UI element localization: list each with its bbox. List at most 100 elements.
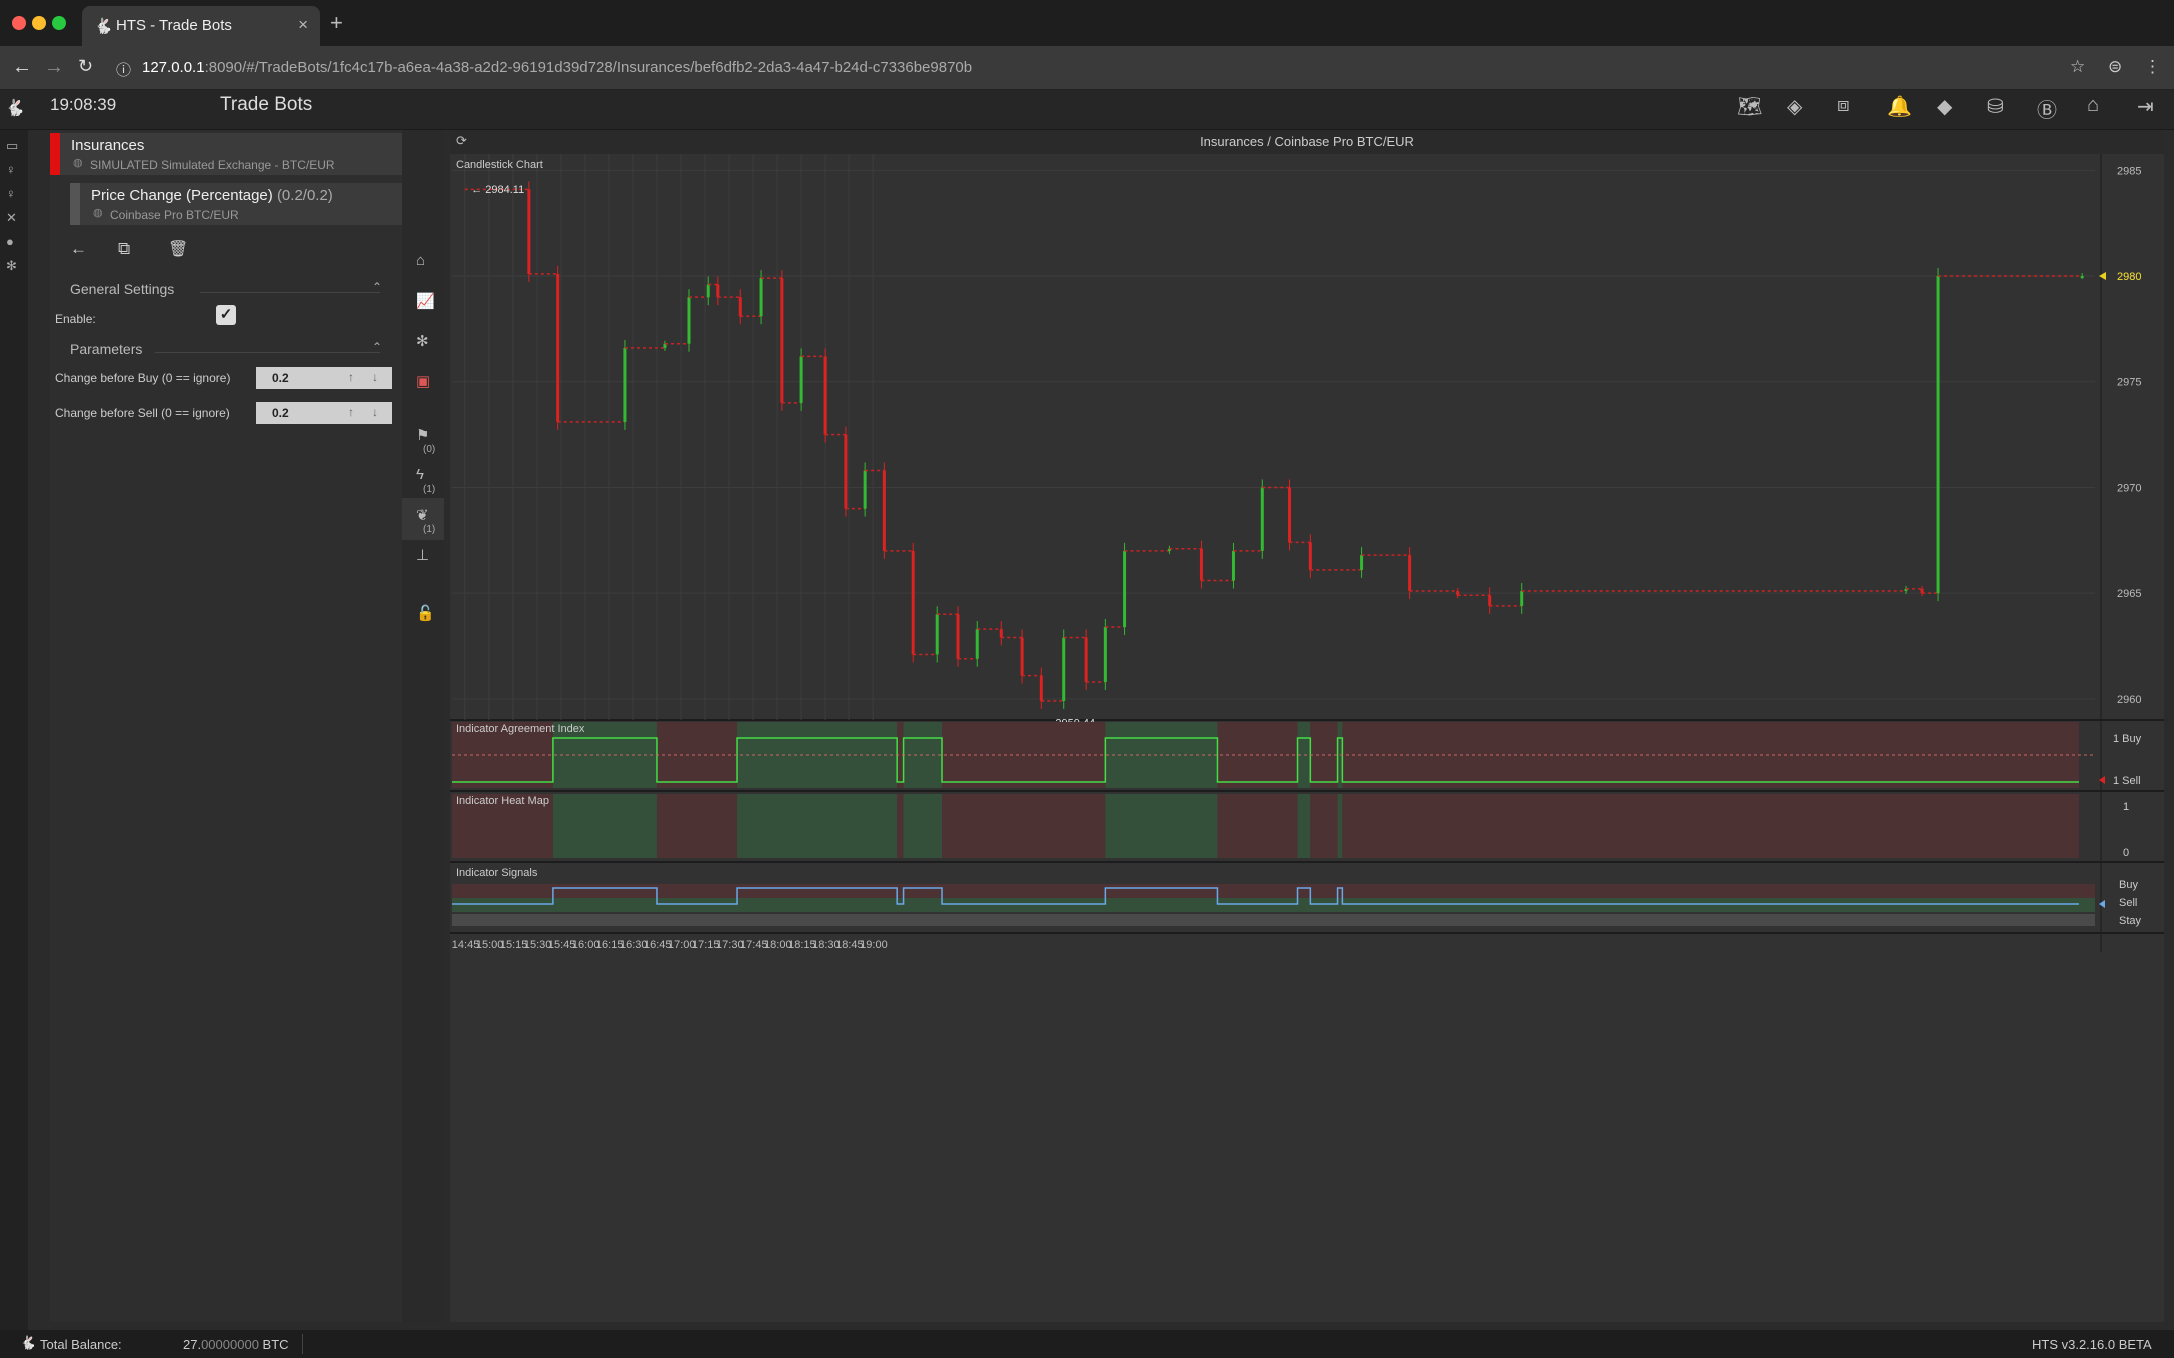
bitcoin-icon[interactable]: Ⓑ: [2037, 94, 2057, 123]
chart-svg[interactable]: 14:4515:0015:1515:3015:4516:0016:1516:30…: [450, 130, 2164, 1322]
signal-stay-label: Stay: [2119, 915, 2142, 927]
sell-change-label: Change before Sell (0 == ignore): [55, 406, 230, 420]
ticket-icon[interactable]: ◈: [1787, 94, 1802, 119]
close-icon[interactable]: ×: [298, 15, 308, 35]
inbox-icon[interactable]: ⌂: [2087, 94, 2099, 117]
heatmap-band: [1105, 794, 1218, 858]
page-title: Trade Bots: [220, 94, 313, 115]
leaf-icon[interactable]: ❦: [416, 506, 429, 524]
candles-panel-title: Candlestick Chart: [456, 159, 543, 171]
parameters-title: Parameters: [70, 341, 143, 357]
buy-change-value: 0.2: [272, 371, 289, 385]
sell-change-value: 0.2: [272, 406, 289, 420]
sell-change-input[interactable]: 0.2 ↑ ↓: [256, 402, 392, 424]
buy-change-input[interactable]: 0.2 ↑ ↓: [256, 367, 392, 389]
home-icon[interactable]: ⌂: [416, 252, 425, 269]
current-price-label: 2980: [2117, 271, 2141, 283]
agreement-panel-title: Indicator Agreement Index: [456, 723, 585, 735]
x-tick-label: 19:00: [860, 939, 888, 951]
high-label: ← 2984.11: [471, 184, 524, 196]
bolt-count: (1): [423, 484, 436, 495]
exchange-icon: ◍: [93, 207, 103, 219]
arrow-down-icon[interactable]: ↓: [372, 405, 378, 419]
url-field[interactable]: 127.0.0.1:8090/#/TradeBots/1fc4c17b-a6ea…: [142, 59, 972, 76]
bolt-icon[interactable]: ϟ: [416, 466, 424, 483]
url-host: 127.0.0.1: [142, 59, 205, 76]
tool-strip: ⌂ 📈 ✻ ▣ ⚑ (0) ϟ (1) ❦ (1) ⊥ 🔓: [402, 130, 444, 1322]
frame-icon[interactable]: ⧈: [1837, 94, 1850, 117]
arrow-up-icon[interactable]: ↑: [348, 405, 354, 419]
enable-checkbox[interactable]: ✓: [216, 305, 236, 325]
gears-icon[interactable]: ✻: [6, 258, 17, 274]
rabbit-icon: 🐇: [94, 18, 113, 35]
heatmap-band: [1337, 794, 1343, 858]
window-zoom-button[interactable]: [52, 16, 66, 30]
config-panel: Insurances SIMULATED Simulated Exchange …: [50, 130, 420, 1322]
divider: [155, 352, 380, 353]
node-subtitle: Coinbase Pro BTC/EUR: [110, 208, 239, 222]
chart-container: ⟳ Insurances / Coinbase Pro BTC/EUR 14:4…: [450, 130, 2164, 1322]
signal-sell-row: [452, 898, 2095, 912]
heatmap-band: [1297, 794, 1311, 858]
rabbit-icon: 🐇: [20, 1335, 37, 1350]
window-close-button[interactable]: [12, 16, 26, 30]
logout-icon[interactable]: ⇥: [2137, 94, 2154, 119]
heatmap-top-label: 1: [2123, 801, 2129, 813]
trash-icon[interactable]: 🗑: [168, 239, 188, 259]
collapse-icon[interactable]: ⌃: [372, 280, 382, 294]
tree-node-insurances[interactable]: Insurances SIMULATED Simulated Exchange …: [50, 133, 420, 175]
divider: [200, 292, 380, 293]
arrow-down-icon[interactable]: ↓: [372, 370, 378, 384]
tools-icon[interactable]: ✕: [6, 210, 17, 226]
map-icon[interactable]: 🗺: [1737, 94, 1762, 119]
copy-icon[interactable]: ⧉: [118, 239, 130, 259]
bulb-outline-icon[interactable]: ♀: [6, 186, 16, 201]
bulb-icon[interactable]: ♀: [6, 162, 16, 177]
incognito-icon[interactable]: ⊜: [2108, 57, 2122, 77]
monitor-icon[interactable]: ▭: [6, 138, 18, 154]
coins-icon[interactable]: ⛁: [1987, 94, 2004, 119]
new-tab-button[interactable]: +: [330, 10, 343, 36]
signal-buy-row: [452, 884, 2095, 898]
balance-label: Total Balance:: [40, 1337, 122, 1352]
heatmap-band: [656, 794, 738, 858]
unlock-icon[interactable]: 🔓: [416, 604, 435, 622]
exchange-icon: ◍: [73, 157, 83, 169]
browser-tab[interactable]: 🐇 HTS - Trade Bots ×: [82, 6, 320, 46]
star-icon[interactable]: ☆: [2070, 57, 2085, 77]
back-arrow-icon[interactable]: ←: [70, 239, 87, 259]
arrow-up-icon[interactable]: ↑: [348, 370, 354, 384]
enable-label: Enable:: [55, 312, 96, 326]
heatmap-panel-title: Indicator Heat Map: [456, 795, 549, 807]
signal-sell-label: Sell: [2119, 897, 2137, 909]
panel-bg: [450, 154, 2164, 720]
node-subtitle: SIMULATED Simulated Exchange - BTC/EUR: [90, 158, 335, 172]
flag-icon[interactable]: ⚑: [416, 426, 429, 444]
line-chart-icon[interactable]: 📈: [416, 292, 435, 310]
back-button[interactable]: ←: [12, 56, 32, 79]
app-header: 🐇 19:08:39 Trade Bots 🗺 ◈ ⧈ 🔔 ◆ ⛁ Ⓑ ⌂ ⇥: [0, 90, 2174, 130]
bell-icon[interactable]: 🔔: [1887, 94, 1912, 119]
address-bar: ← → ↻ ⓘ 127.0.0.1:8090/#/TradeBots/1fc4c…: [0, 46, 2174, 90]
tree-node-price-change[interactable]: Price Change (Percentage) (0.2/0.2) Coin…: [70, 183, 418, 225]
y-tick-label: 2985: [2117, 165, 2141, 177]
gears-icon[interactable]: ✻: [416, 332, 429, 350]
leaf-count: (1): [423, 524, 436, 535]
collapse-icon[interactable]: ⌃: [372, 340, 382, 354]
y-tick-label: 2975: [2117, 377, 2141, 389]
forward-button[interactable]: →: [44, 56, 64, 79]
info-icon[interactable]: ⓘ: [116, 59, 131, 80]
heatmap-band: [1217, 794, 1298, 858]
sitemap-icon[interactable]: ⊥: [416, 546, 429, 564]
flag-count: (0): [423, 444, 436, 455]
agreement-band: [1342, 722, 2079, 788]
menu-icon[interactable]: ⋮: [2144, 57, 2161, 77]
window-minimize-button[interactable]: [32, 16, 46, 30]
agreement-buy-label: 1 Buy: [2113, 733, 2142, 745]
tag-icon[interactable]: ◆: [1937, 94, 1952, 119]
general-settings-title: General Settings: [70, 281, 175, 297]
reload-button[interactable]: ↻: [78, 56, 93, 77]
status-bar: 🐇 Total Balance: 27.00000000 BTC HTS v3.…: [0, 1330, 2174, 1358]
money-icon[interactable]: ▣: [416, 372, 430, 390]
user-icon[interactable]: ●: [6, 234, 14, 249]
